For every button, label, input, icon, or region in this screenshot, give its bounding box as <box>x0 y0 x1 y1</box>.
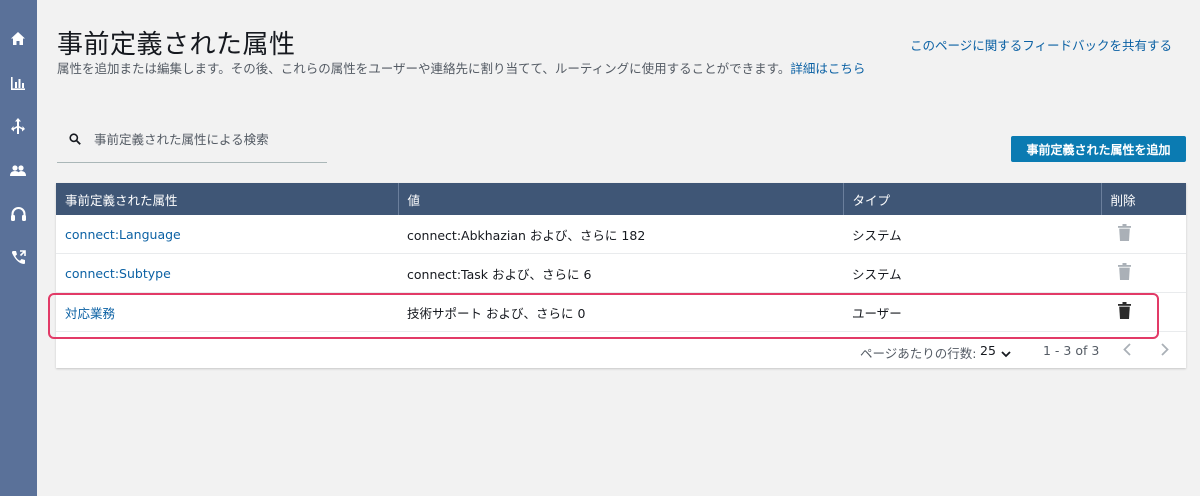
table-row: 対応業務 技術サポート および、さらに 0 ユーザー <box>56 292 1186 332</box>
page-title: 事前定義された属性 <box>57 30 296 60</box>
chevron-down-icon[interactable] <box>1001 346 1011 361</box>
chevron-left-icon[interactable] <box>1123 343 1131 359</box>
attribute-name-cell: 対応業務 <box>56 292 398 332</box>
attribute-type-cell: システム <box>843 215 1101 254</box>
attribute-type-cell: システム <box>843 253 1101 293</box>
header-type[interactable]: タイプ <box>843 183 1102 215</box>
page-description: 属性を追加または編集します。その後、これらの属性をユーザーや連絡先に割り当てて、… <box>57 58 865 77</box>
search-input[interactable] <box>92 127 326 151</box>
trash-icon <box>1118 263 1131 283</box>
attribute-link[interactable]: connect:Subtype <box>65 266 171 281</box>
delete-cell <box>1101 292 1186 332</box>
attribute-link[interactable]: connect:Language <box>65 227 181 242</box>
details-link[interactable]: 詳細はこちら <box>790 61 865 76</box>
metrics-icon[interactable] <box>7 72 29 94</box>
attribute-value-cell: connect:Task および、さらに 6 <box>398 253 843 293</box>
header-value[interactable]: 値 <box>398 183 844 215</box>
chevron-right-icon[interactable] <box>1161 343 1169 359</box>
feedback-link[interactable]: このページに関するフィードバックを共有する <box>910 35 1172 54</box>
attribute-name-cell: connect:Language <box>56 215 398 254</box>
headset-icon[interactable] <box>7 203 29 225</box>
attribute-value-cell: connect:Abkhazian および、さらに 182 <box>398 215 843 254</box>
sidebar <box>0 0 37 496</box>
attributes-table-card: 事前定義された属性 値 タイプ 削除 connect:Language conn… <box>56 183 1186 368</box>
users-icon[interactable] <box>7 159 29 181</box>
search-box <box>57 122 327 163</box>
pagination-range: 1 - 3 of 3 <box>1043 343 1100 358</box>
trash-icon[interactable] <box>1118 302 1131 322</box>
delete-cell <box>1101 215 1186 254</box>
rows-per-page-label: ページあたりの行数: <box>860 346 977 361</box>
attribute-link[interactable]: 対応業務 <box>65 306 115 321</box>
delete-cell <box>1101 253 1186 293</box>
phone-icon[interactable] <box>7 246 29 268</box>
routing-icon[interactable] <box>7 115 29 137</box>
table-header-row: 事前定義された属性 値 タイプ 削除 <box>56 183 1186 215</box>
attribute-value-cell: 技術サポート および、さらに 0 <box>398 292 843 332</box>
trash-icon <box>1118 224 1131 244</box>
table-row: connect:Subtype connect:Task および、さらに 6 シ… <box>56 253 1186 293</box>
pagination-bar: ページあたりの行数: 25 1 - 3 of 3 <box>56 334 1186 368</box>
attribute-name-cell: connect:Subtype <box>56 253 398 293</box>
description-text: 属性を追加または編集します。その後、これらの属性をユーザーや連絡先に割り当てて、… <box>57 61 791 76</box>
header-delete: 削除 <box>1101 183 1186 215</box>
main-content: 事前定義された属性 属性を追加または編集します。その後、これらの属性をユーザーや… <box>37 0 1200 496</box>
home-icon[interactable] <box>7 27 29 49</box>
header-attribute[interactable]: 事前定義された属性 <box>56 183 399 215</box>
search-icon <box>69 130 81 149</box>
add-attribute-button[interactable]: 事前定義された属性を追加 <box>1011 136 1186 162</box>
table-row: connect:Language connect:Abkhazian および、さ… <box>56 215 1186 254</box>
rows-per-page-select[interactable]: 25 <box>980 343 996 358</box>
attribute-type-cell: ユーザー <box>843 292 1101 332</box>
attributes-table: 事前定義された属性 値 タイプ 削除 connect:Language conn… <box>56 183 1186 332</box>
